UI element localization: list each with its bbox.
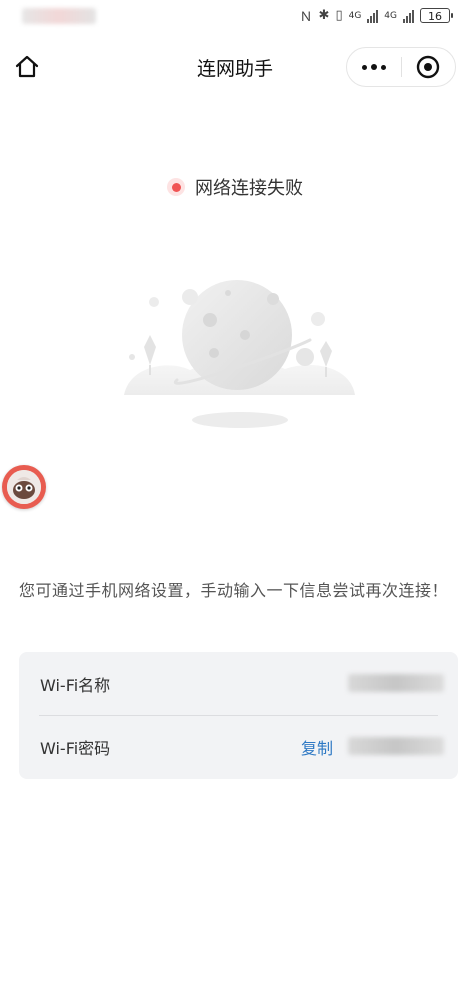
status-bar: Ｎ ✱ ▯ 4G 4G 16 bbox=[0, 0, 470, 34]
error-dot-icon bbox=[167, 178, 185, 196]
connection-status: 网络连接失败 bbox=[0, 174, 470, 200]
wifi-name-row: Wi-Fi名称 bbox=[19, 652, 458, 715]
network-type-2: 4G bbox=[384, 10, 397, 21]
copy-password-button[interactable]: 复制 bbox=[301, 735, 333, 759]
floating-avatar-button[interactable] bbox=[2, 465, 46, 509]
avatar-icon bbox=[7, 470, 41, 504]
wifi-password-row: Wi-Fi密码 复制 bbox=[19, 715, 458, 778]
network-type-1: 4G bbox=[348, 10, 362, 21]
wifi-info-card: Wi-Fi名称 Wi-Fi密码 复制 bbox=[19, 652, 458, 779]
hint-text: 您可通过手机网络设置，手动输入一下信息尝试再次连接！ bbox=[19, 581, 449, 600]
nfc-icon: Ｎ bbox=[299, 10, 313, 25]
battery-icon: 16 bbox=[420, 8, 453, 23]
planet-illustration bbox=[124, 280, 355, 428]
bluetooth-icon: ✱ bbox=[318, 8, 330, 23]
status-icons: Ｎ ✱ ▯ 4G 4G 16 bbox=[299, 6, 453, 25]
more-icon bbox=[362, 64, 386, 70]
close-button[interactable] bbox=[402, 48, 455, 86]
wifi-password-label: Wi-Fi密码 bbox=[40, 738, 111, 758]
battery-level: 16 bbox=[428, 10, 442, 23]
wifi-name-value-blurred bbox=[348, 674, 444, 692]
wifi-name-label: Wi-Fi名称 bbox=[40, 675, 111, 695]
close-target-icon bbox=[417, 55, 440, 79]
more-button[interactable] bbox=[347, 48, 401, 86]
menu-capsule bbox=[346, 47, 456, 87]
nav-bar: 连网助手 bbox=[0, 40, 470, 94]
vibrate-icon: ▯ bbox=[335, 8, 343, 23]
signal-icon-2 bbox=[403, 9, 414, 23]
status-message: 网络连接失败 bbox=[195, 178, 303, 199]
wifi-password-value-blurred bbox=[348, 737, 444, 755]
signal-icon-1 bbox=[367, 9, 379, 23]
status-time-blurred bbox=[22, 8, 96, 24]
